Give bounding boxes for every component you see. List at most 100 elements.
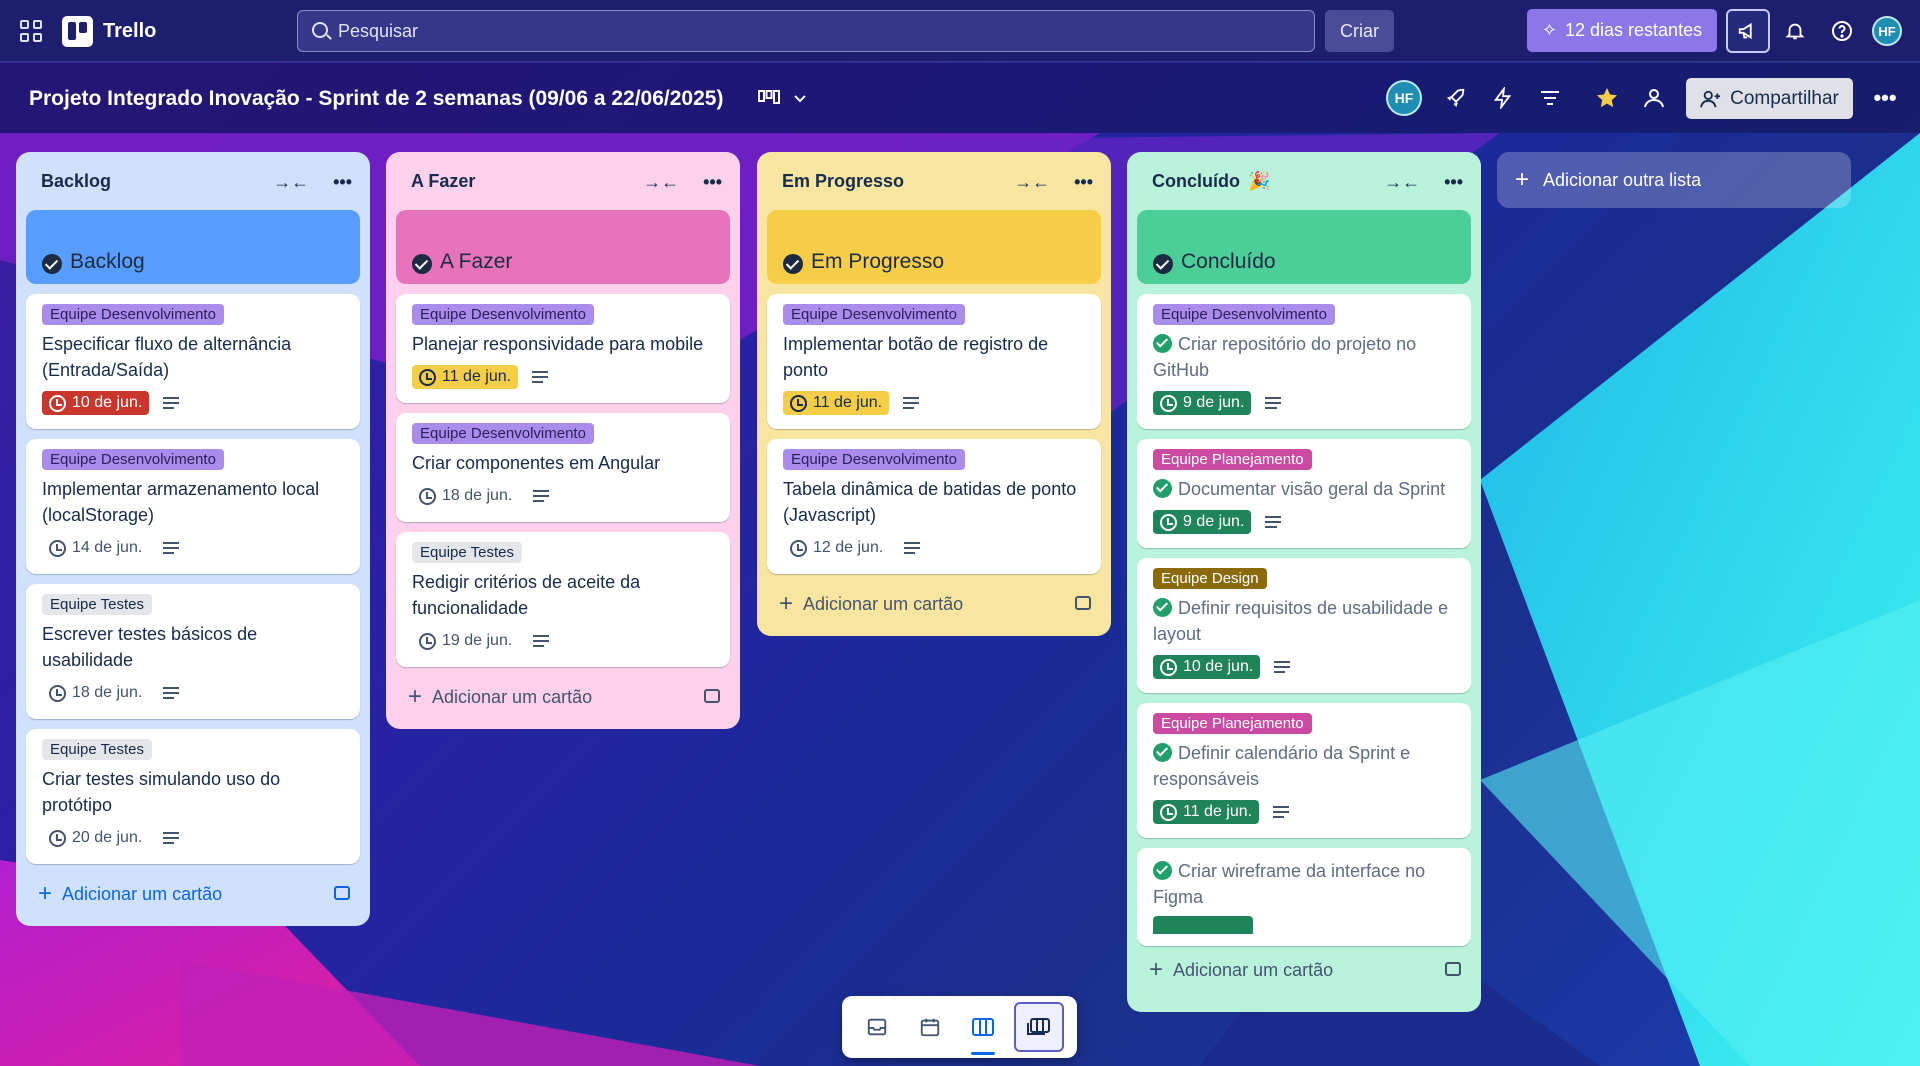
due-date-badge[interactable]: 11 de jun. [1153,800,1260,824]
collapse-list-icon[interactable]: →← [1384,172,1420,193]
card-label[interactable]: Equipe Desenvolvimento [783,449,965,470]
visibility-members-icon[interactable] [1637,81,1671,115]
card-title[interactable]: Criar componentes em Angular [412,450,714,476]
card-label[interactable]: Equipe Desenvolvimento [783,304,965,325]
card-label[interactable]: Equipe Design [1153,568,1267,589]
card-label[interactable]: Equipe Desenvolvimento [42,449,224,470]
card-template-icon[interactable] [1075,596,1091,610]
due-date-badge[interactable]: 12 de jun. [783,536,890,560]
card-title[interactable]: Implementar botão de registro de ponto [783,331,1085,383]
card-template-icon[interactable] [704,689,720,703]
card-title[interactable]: Implementar armazenamento local (localSt… [42,476,344,528]
card-title[interactable]: Planejar responsividade para mobile [412,331,714,357]
add-card-button[interactable]: + Adicionar um cartão [396,677,730,717]
card[interactable]: Equipe Desenvolvimento Implementar armaz… [26,439,360,574]
card-template-icon[interactable] [1445,962,1461,976]
status-header-card[interactable]: A Fazer [396,210,730,284]
card[interactable]: Equipe Testes Criar testes simulando uso… [26,729,360,864]
list-header[interactable]: Em Progresso →← ••• [767,152,1101,210]
card[interactable]: Equipe Desenvolvimento Criar repositório… [1137,294,1471,429]
collapse-list-icon[interactable]: →← [273,172,309,193]
list-actions-icon[interactable]: ••• [703,172,722,193]
list-title[interactable]: Concluído [1152,171,1240,192]
card-template-icon[interactable] [334,886,350,900]
card-label[interactable]: Equipe Testes [412,542,522,563]
list-title[interactable]: Em Progresso [782,171,904,192]
card-label[interactable]: Equipe Desenvolvimento [42,304,224,325]
card-title[interactable]: Criar wireframe da interface no Figma [1153,858,1455,910]
list-title[interactable]: Backlog [41,171,111,192]
card-label[interactable]: Equipe Planejamento [1153,713,1312,734]
search-input[interactable]: Pesquisar [297,10,1315,52]
board-member-avatar[interactable]: HF [1386,80,1422,116]
card-label[interactable]: Equipe Desenvolvimento [1153,304,1335,325]
due-date-badge[interactable]: 18 de jun. [42,681,149,705]
due-date-badge[interactable]: 18 de jun. [412,484,519,508]
due-date-badge[interactable]: 11 de jun. [783,391,890,415]
due-date-badge[interactable]: 19 de jun. [412,629,519,653]
chevron-down-icon[interactable] [783,81,817,115]
inbox-icon[interactable] [855,1005,899,1049]
list-actions-icon[interactable]: ••• [333,172,352,193]
complete-check-icon[interactable] [1153,743,1172,762]
card[interactable]: Equipe Desenvolvimento Especificar fluxo… [26,294,360,429]
due-date-badge[interactable]: 9 de jun. [1153,391,1252,415]
card-label[interactable]: Equipe Desenvolvimento [412,304,594,325]
add-list-button[interactable]: + Adicionar outra lista [1497,152,1851,208]
add-card-button[interactable]: + Adicionar um cartão [1137,950,1471,990]
card[interactable]: Equipe Desenvolvimento Tabela dinâmica d… [767,439,1101,574]
collapse-list-icon[interactable]: →← [1014,172,1050,193]
card-title[interactable]: Definir requisitos de usabilidade e layo… [1153,595,1455,647]
create-button[interactable]: Criar [1325,10,1394,52]
due-date-badge[interactable]: 10 de jun. [42,391,150,415]
card-label[interactable]: Equipe Testes [42,594,152,615]
calendar-icon[interactable] [908,1005,952,1049]
due-date-badge[interactable]: 9 de jun. [1153,510,1252,534]
complete-check-icon[interactable] [1153,598,1172,617]
card[interactable]: Equipe Testes Redigir critérios de aceit… [396,532,730,667]
help-icon[interactable] [1820,9,1864,53]
card[interactable]: Equipe Testes Escrever testes básicos de… [26,584,360,719]
power-ups-rocket-icon[interactable] [1439,81,1473,115]
status-header-card[interactable]: Backlog [26,210,360,284]
more-options-icon[interactable]: ••• [1868,81,1902,115]
due-date-badge[interactable]: 11 de jun. [412,365,519,389]
list-header[interactable]: Concluído 🎉 →← ••• [1137,152,1471,210]
complete-check-icon[interactable] [1153,861,1172,880]
card-title[interactable]: Redigir critérios de aceite da funcional… [412,569,714,621]
complete-check-icon[interactable] [1153,334,1172,353]
card[interactable]: Equipe Planejamento Documentar visão ger… [1137,439,1471,548]
megaphone-icon[interactable] [1726,9,1770,53]
list-actions-icon[interactable]: ••• [1444,172,1463,193]
trial-days-button[interactable]: ✧ 12 dias restantes [1527,9,1717,52]
card-title[interactable]: Especificar fluxo de alternância (Entrad… [42,331,344,383]
board-view-icon[interactable] [961,1005,1005,1055]
card-title[interactable]: Definir calendário da Sprint e responsáv… [1153,740,1455,792]
list-header[interactable]: Backlog →← ••• [26,152,360,210]
add-card-button[interactable]: + Adicionar um cartão [26,874,360,914]
card[interactable]: Criar wireframe da interface no Figma [1137,848,1471,946]
board-title[interactable]: Projeto Integrado Inovação - Sprint de 2… [29,87,723,111]
due-date-badge[interactable]: 20 de jun. [42,826,149,850]
star-icon[interactable] [1590,81,1624,115]
card[interactable]: Equipe Desenvolvimento Implementar botão… [767,294,1101,429]
trello-logo[interactable]: Trello [62,16,156,47]
card-title[interactable]: Documentar visão geral da Sprint [1153,476,1455,502]
share-button[interactable]: Compartilhar [1686,78,1853,119]
collapse-list-icon[interactable]: →← [643,172,679,193]
switch-boards-icon[interactable] [1014,1002,1065,1052]
due-date-badge[interactable]: 10 de jun. [1153,655,1261,679]
automation-lightning-icon[interactable] [1486,81,1520,115]
card-title[interactable]: Criar repositório do projeto no GitHub [1153,331,1455,383]
add-card-button[interactable]: + Adicionar um cartão [767,584,1101,624]
card-label[interactable]: Equipe Planejamento [1153,449,1312,470]
card-title[interactable]: Escrever testes básicos de usabilidade [42,621,344,673]
card[interactable]: Equipe Design Definir requisitos de usab… [1137,558,1471,693]
list-actions-icon[interactable]: ••• [1074,172,1093,193]
card-title[interactable]: Tabela dinâmica de batidas de ponto (Jav… [783,476,1085,528]
card[interactable]: Equipe Desenvolvimento Planejar responsi… [396,294,730,403]
status-header-card[interactable]: Em Progresso [767,210,1101,284]
card-label[interactable]: Equipe Testes [42,739,152,760]
board-view-icon[interactable] [752,81,786,115]
card[interactable]: Equipe Planejamento Definir calendário d… [1137,703,1471,838]
